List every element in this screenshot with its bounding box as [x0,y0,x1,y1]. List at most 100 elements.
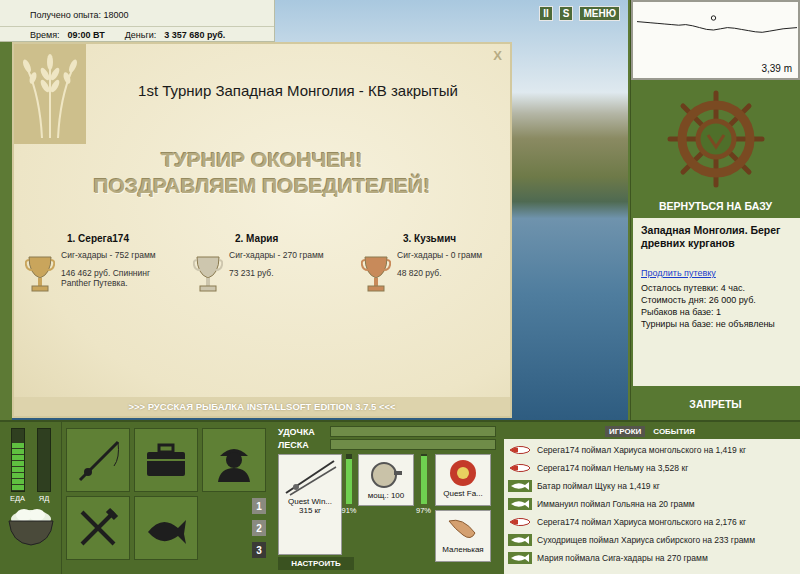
winner-prize: 146 462 руб. Спиннинг Panther Путевка. [61,268,179,288]
depth-reading: 3,39 m [761,63,792,74]
ship-wheel-icon[interactable] [666,89,766,189]
log-text: Иммануил поймал Гольяна на 20 грамм [537,499,695,509]
return-to-base-button[interactable]: ВЕРНУТЬСЯ НА БАЗУ [631,198,800,216]
need-meter: ЯД [37,428,51,503]
winner-place: 1. Серега174 [15,233,183,244]
log-tab[interactable]: СОБЫТИЯ [649,426,699,437]
fisherman-button[interactable] [202,428,266,492]
reel-slot[interactable]: мощ.: 100 97% [358,454,431,570]
bans-button[interactable]: ЗАПРЕТЫ [631,386,800,414]
tension-label: ЛЕСКА [278,440,326,450]
cup-icon [361,254,391,294]
status-row: Время:09:00 ВТДеньги:3 357 680 руб. [0,26,274,40]
cup-icon [25,254,55,294]
log-tab[interactable]: ИГРОКИ [605,426,645,437]
winner-fish: Сиг-хадары - 0 грамм [397,250,482,260]
headline-line: ПОЗДРАВЛЯЕМ ПОБЕДИТЕЛЕЙ! [94,173,431,199]
winners: 1. Серега174Сиг-хадары - 752 грамм146 46… [15,233,509,294]
log-entry: Серега174 поймал Хариуса монгольского на… [508,514,796,529]
log-text: Серега174 поймал Хариуса монгольского на… [537,445,746,455]
slot-button[interactable]: 1 [252,498,266,514]
fish-button[interactable] [134,496,198,560]
time-label: Время: [30,30,60,40]
dialog-footer: >>> РУССКАЯ РЫБАЛКА INSTALLSOFT EDITION … [14,397,510,416]
log-entry: Суходрищев поймал Хариуса сибирского на … [508,532,796,547]
line-spool-icon [445,457,481,489]
food-bowl-icon[interactable] [6,503,56,549]
fish-icon [508,534,532,546]
depth-line [637,22,797,33]
base-info-line: Осталось путевки: 4 час. [641,282,794,294]
log-entry: Батар поймал Щуку на 1,419 кг [508,478,796,493]
reel-icon [366,457,406,491]
log-panel: ИГРОКИ СОБЫТИЯ Серега174 поймал Хариуса мо… [500,422,800,574]
slot-buttons: 1 2 3 [202,496,266,560]
tackle-box-icon [142,436,190,484]
dialog-title: 1st Турнир Западная Монголия - КВ закрыт… [66,82,458,99]
lure-icon [445,513,481,545]
lure-slot[interactable]: Маленькая [435,510,491,562]
experience: Получено опыта: 18000 [0,0,274,24]
base-location: Западная Монголия. Берег древних кургано… [641,224,794,250]
top-button[interactable]: II [539,6,553,21]
base-info-line: Стоимость дня: 26 000 руб. [641,294,794,306]
rod-slot[interactable]: Quest Win...315 кг91%НАСТРОИТЬ [278,454,354,570]
slot-button[interactable]: 2 [252,520,266,536]
tension-row: УДОЧКА [278,426,496,437]
base-info-line: Рыбаков на базе: 1 [641,306,794,318]
winner-prize: 73 231 руб. [229,268,324,278]
close-button[interactable]: X [493,48,502,63]
log-entry: Мария поймала Сига-хадары на 270 грамм [508,550,796,565]
spinning-rod-icon [282,457,338,497]
extend-link[interactable]: Продлить путевку [641,268,794,278]
winner-card: 2. Мария Сиг-хадары - 270 грамм 73 231 руб… [183,233,351,294]
float-marker [711,16,715,20]
fish-icon [508,498,532,510]
top-button[interactable]: S [559,6,574,21]
fish-icon [508,480,532,492]
log-text: Серега174 поймал Хариуса монгольского на… [537,517,746,527]
lure-name: Маленькая [442,545,483,554]
headline-line: ТУРНИР ОКОНЧЕН! [94,147,431,173]
log-text: Суходрищев поймал Хариуса сибирского на … [537,535,755,545]
money-label: Деньги: [125,30,157,40]
rod-wear-reading: 91% [342,506,357,515]
winner-fish: Сиг-хадары - 270 грамм [229,250,324,260]
rod-button[interactable] [66,428,130,492]
tension-bars: УДОЧКА ЛЕСКА [278,426,496,450]
line-slot[interactable]: Quest Fa... [435,454,491,506]
log-entry: Серега174 поймал Хариуса монгольского на… [508,442,796,457]
bottom-panel: ЕДАЯД123УДОЧКАЛЕСКАQuest Win...315 кг91%… [0,420,800,574]
base-info-line: Турниры на базе: не объявлены [641,318,794,330]
headline: ТУРНИР ОКОНЧЕН!ПОЗДРАВЛЯЕМ ПОБЕДИТЕЛЕЙ! [94,147,431,199]
winner-place: 2. Мария [183,233,351,244]
cup-icon [193,254,223,294]
need-label: ЕДА [10,494,25,503]
scene: Получено опыта: 18000 Время: 09:00 ВТ Деньг… [0,0,630,420]
rod-name: Quest Win... [288,497,332,506]
status-panel: Получено опыта: 18000 Время: 09:00 ВТ Деньг… [0,0,275,42]
log-entry: Иммануил поймал Гольяна на 20 грамм [508,496,796,511]
time-value: 09:00 ВТ [68,30,105,40]
line-name: Quest Fa... [443,489,483,498]
depth-chart: 3,39 m [631,0,800,80]
configure-button[interactable]: НАСТРОИТЬ [278,557,354,570]
log-tabs: ИГРОКИ СОБЫТИЯ [504,426,800,439]
tension-label: УДОЧКА [278,427,326,437]
knife-fork-icon [74,504,122,552]
log-entry: Серега174 поймал Нельму на 3,528 кг [508,460,796,475]
slot-button[interactable]: 3 [252,542,266,558]
log-list: Серега174 поймал Хариуса монгольского на… [504,439,800,574]
top-buttons: II S МЕНЮ [539,6,620,21]
reel-wear-reading: 97% [416,506,431,515]
winner-prize: 48 820 руб. [397,268,482,278]
rod-icon [74,436,122,484]
tackle-box-button[interactable] [134,428,198,492]
base-info: Западная Монголия. Берег древних кургано… [633,218,800,386]
lure-icon [508,462,532,474]
reel-name: мощ.: 100 [368,491,405,500]
cutlery-button[interactable] [66,496,130,560]
fish-icon [142,504,190,552]
winner-place: 3. Кузьмич [351,233,509,244]
top-button[interactable]: МЕНЮ [579,6,620,21]
